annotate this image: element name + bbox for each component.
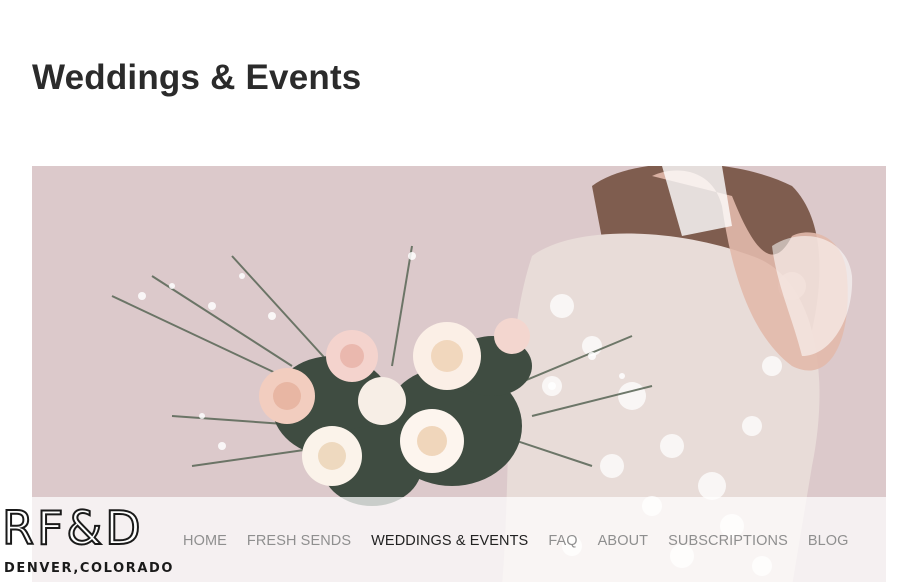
nav-home[interactable]: HOME xyxy=(183,533,227,549)
nav-blog[interactable]: BLOG xyxy=(808,533,849,549)
nav-about[interactable]: ABOUT xyxy=(598,533,648,549)
main-navigation: HOME FRESH SENDS WEDDINGS & EVENTS FAQ A… xyxy=(183,533,869,549)
nav-weddings-events[interactable]: WEDDINGS & EVENTS xyxy=(371,533,528,549)
logo-mark: RF&D xyxy=(1,501,144,555)
page-title: Weddings & Events xyxy=(32,58,362,97)
page: Weddings & Events RF&D DENVER,COLORADO H… xyxy=(0,0,901,582)
nav-subscriptions[interactable]: SUBSCRIPTIONS xyxy=(668,533,788,549)
logo-subtitle: DENVER,COLORADO xyxy=(4,561,175,576)
nav-bar: RF&D DENVER,COLORADO HOME FRESH SENDS WE… xyxy=(0,497,886,582)
brand-logo[interactable]: RF&D DENVER,COLORADO xyxy=(1,501,172,578)
nav-faq[interactable]: FAQ xyxy=(548,533,577,549)
nav-fresh-sends[interactable]: FRESH SENDS xyxy=(247,533,351,549)
